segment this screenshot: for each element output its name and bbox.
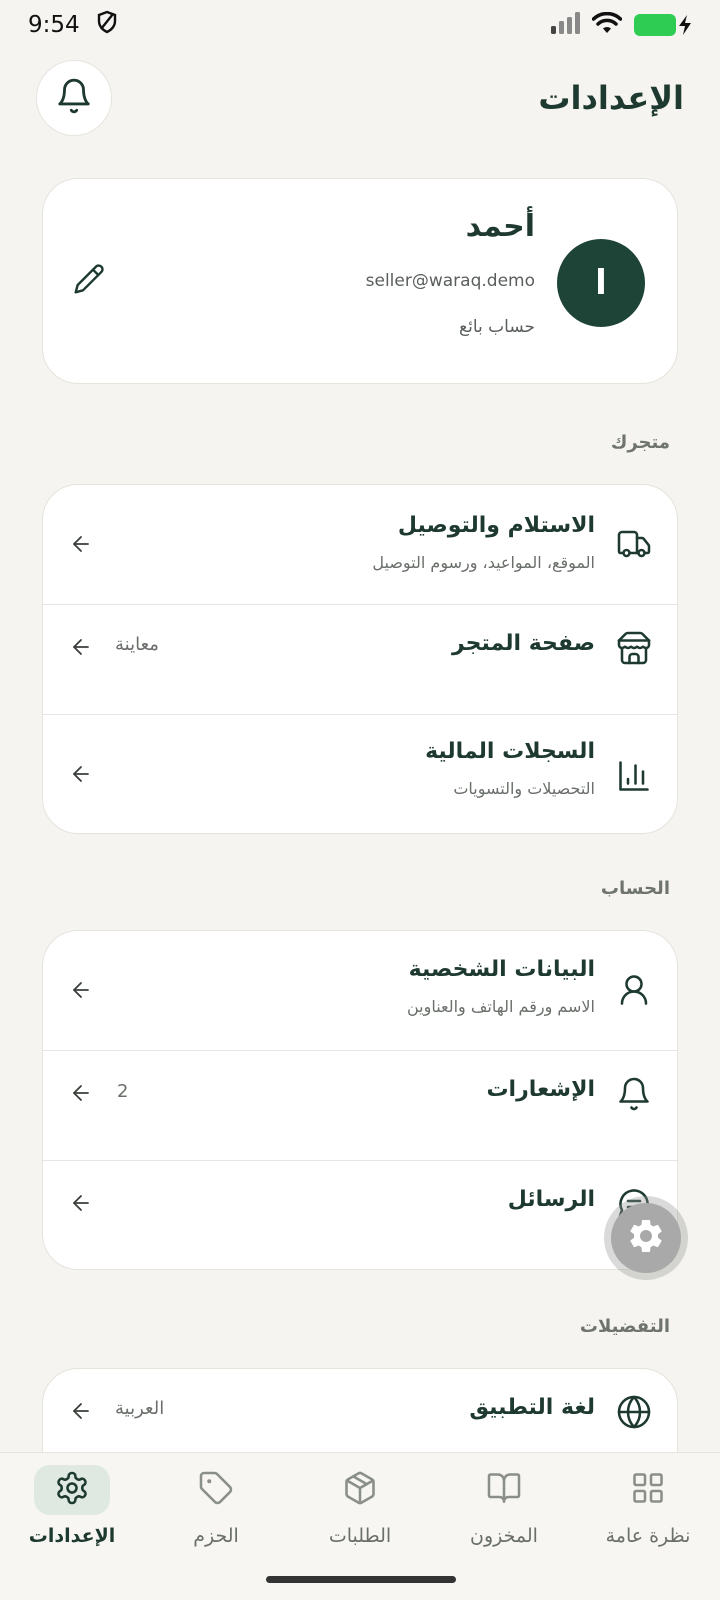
grid-icon [630, 1470, 666, 1510]
list-item-subtitle: الموقع، المواعيد، ورسوم التوصيل [372, 553, 595, 572]
list-item-subtitle: الاسم ورقم الهاتف والعناوين [406, 997, 595, 1016]
profile-role: حساب بائع [459, 317, 535, 337]
profile-card[interactable]: ا أحمد seller@waraq.demo حساب بائع [42, 178, 678, 384]
user-icon [615, 971, 653, 1009]
nav-inventory[interactable]: المخزون [432, 1465, 576, 1565]
list-item-messages[interactable]: الرسائل [43, 1161, 677, 1269]
chart-icon [615, 757, 653, 795]
bell-icon [615, 1075, 653, 1113]
truck-icon [615, 525, 653, 563]
arrow-left-icon [69, 635, 95, 661]
signal-icon [550, 12, 580, 38]
preview-label: معاينة [115, 634, 159, 655]
list-item-title: لغة التطبيق [469, 1395, 595, 1420]
arrow-left-icon [69, 1399, 95, 1425]
arrow-left-icon [69, 762, 95, 788]
nav-label: المخزون [470, 1525, 538, 1547]
nav-label: نظرة عامة [605, 1525, 691, 1547]
arrow-left-icon [69, 1191, 95, 1217]
status-bar: 9:54 [0, 0, 720, 50]
section-label-store: متجرك [610, 432, 670, 453]
gear-icon [54, 1470, 90, 1510]
box-icon [342, 1470, 378, 1510]
nav-overview[interactable]: نظرة عامة [576, 1465, 720, 1565]
nav-bundles[interactable]: الحزم [144, 1465, 288, 1565]
list-item-financial-records[interactable]: السجلات المالية التحصيلات والتسويات [43, 715, 677, 833]
list-item-notifications[interactable]: الإشعارات 2 [43, 1051, 677, 1161]
nav-orders[interactable]: الطلبات [288, 1465, 432, 1565]
edit-profile-button[interactable] [73, 263, 109, 299]
status-time: 9:54 [28, 12, 80, 38]
avatar: ا [557, 239, 645, 327]
list-item-delivery[interactable]: الاستلام والتوصيل الموقع، المواعيد، ورسو… [43, 485, 677, 605]
store-icon [615, 629, 653, 667]
arrow-left-icon [69, 1081, 95, 1107]
bell-icon [55, 77, 93, 119]
language-value: العربية [115, 1398, 165, 1419]
arrow-left-icon [69, 978, 95, 1004]
list-item-title: السجلات المالية [425, 739, 595, 764]
list-item-title: الرسائل [507, 1187, 595, 1212]
book-icon [486, 1470, 522, 1510]
section-label-preferences: التفضيلات [579, 1316, 670, 1337]
nav-settings[interactable]: الإعدادات [0, 1465, 144, 1565]
shield-icon [96, 10, 118, 40]
profile-name: أحمد [465, 209, 535, 244]
nav-label: الطلبات [328, 1525, 392, 1547]
notifications-button[interactable] [36, 60, 112, 136]
list-item-title: الإشعارات [486, 1077, 595, 1102]
nav-label: الإعدادات [28, 1525, 116, 1547]
arrow-left-icon [69, 532, 95, 558]
gear-icon [626, 1216, 666, 1260]
section-label-account: الحساب [600, 878, 670, 899]
header: الإعدادات [36, 60, 684, 136]
floating-settings-button[interactable] [604, 1196, 688, 1280]
status-right [550, 11, 692, 38]
tag-icon [198, 1470, 234, 1510]
wifi-icon [591, 11, 623, 38]
home-indicator[interactable] [266, 1576, 456, 1583]
status-left: 9:54 [28, 10, 118, 40]
list-item-personal-info[interactable]: البيانات الشخصية الاسم ورقم الهاتف والعن… [43, 931, 677, 1051]
list-item-store-page[interactable]: صفحة المتجر معاينة [43, 605, 677, 715]
list-item-title: البيانات الشخصية [408, 957, 595, 982]
notifications-count: 2 [117, 1081, 129, 1102]
page-title: الإعدادات [538, 79, 684, 117]
store-settings-card: الاستلام والتوصيل الموقع، المواعيد، ورسو… [42, 484, 678, 834]
globe-icon [615, 1393, 653, 1431]
battery-icon [634, 14, 692, 36]
list-item-title: الاستلام والتوصيل [397, 513, 595, 538]
account-settings-card: البيانات الشخصية الاسم ورقم الهاتف والعن… [42, 930, 678, 1270]
list-item-title: صفحة المتجر [451, 631, 595, 656]
pencil-icon [73, 264, 105, 299]
nav-label: الحزم [193, 1525, 239, 1547]
profile-email: seller@waraq.demo [365, 271, 535, 291]
list-item-subtitle: التحصيلات والتسويات [453, 779, 595, 798]
